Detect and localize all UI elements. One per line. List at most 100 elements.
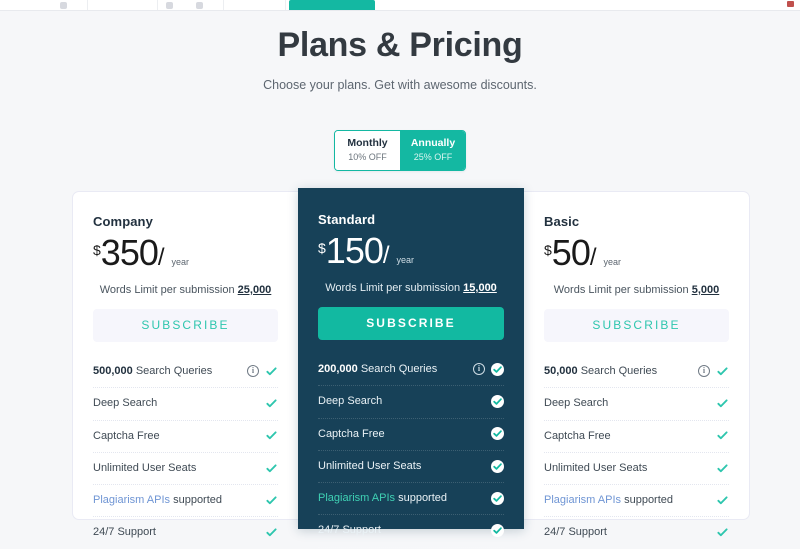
plan-name: Basic bbox=[544, 214, 580, 229]
chrome-icon bbox=[166, 2, 173, 9]
feature-label: Unlimited User Seats bbox=[318, 459, 422, 472]
words-limit: Words Limit per submission 25,000 bbox=[93, 284, 278, 296]
billing-option-monthly[interactable]: Monthly 10% OFF bbox=[335, 131, 400, 171]
info-icon[interactable]: i bbox=[698, 365, 710, 378]
check-icon bbox=[265, 365, 278, 378]
check-icon bbox=[265, 397, 278, 410]
check-icon bbox=[265, 429, 278, 442]
feature-row: Deep Search bbox=[318, 386, 504, 419]
check-icon bbox=[491, 524, 504, 538]
app-chrome-strip bbox=[0, 0, 800, 11]
price-slash: / bbox=[589, 244, 597, 271]
feature-label: Captcha Free bbox=[318, 427, 385, 440]
check-icon bbox=[491, 394, 504, 408]
pricing-page: Plans & Pricing Choose your plans. Get w… bbox=[0, 12, 800, 548]
feature-label: 500,000 Search Queries bbox=[93, 365, 213, 377]
plan-price: $ 150 / year bbox=[318, 233, 504, 270]
billing-option-discount: 25% OFF bbox=[413, 152, 453, 163]
subscribe-button[interactable]: SUBSCRIBE bbox=[93, 309, 278, 342]
feature-row: Unlimited User Seats bbox=[93, 453, 278, 486]
feature-row: Captcha Free bbox=[544, 421, 729, 453]
words-limit-label: Words Limit per submission bbox=[325, 282, 461, 294]
active-tab-indicator[interactable] bbox=[289, 0, 375, 10]
feature-list: 200,000 Search Queries i Deep Search Cap… bbox=[318, 354, 504, 548]
price-period: year bbox=[396, 255, 415, 265]
feature-label: Plagiarism APIs supported bbox=[544, 494, 674, 507]
price-currency: $ bbox=[93, 242, 101, 258]
check-icon bbox=[491, 427, 504, 441]
chrome-segment[interactable] bbox=[88, 0, 158, 10]
chrome-icon bbox=[196, 2, 203, 9]
check-icon bbox=[716, 494, 729, 507]
plagiarism-apis-link[interactable]: Plagiarism APIs bbox=[93, 494, 170, 506]
feature-label: Captcha Free bbox=[93, 429, 160, 442]
feature-label: 24/7 Support bbox=[93, 526, 156, 539]
words-limit: Words Limit per submission 15,000 bbox=[318, 282, 504, 294]
feature-row: 50,000 Search Queries i bbox=[544, 356, 729, 389]
feature-row: Deep Search bbox=[93, 388, 278, 421]
feature-row: Captcha Free bbox=[93, 421, 278, 453]
words-limit-label: Words Limit per submission bbox=[99, 284, 235, 296]
check-icon bbox=[716, 397, 729, 410]
feature-row: Plagiarism APIs supported bbox=[318, 483, 504, 516]
info-icon[interactable]: i bbox=[247, 365, 259, 378]
plagiarism-apis-link[interactable]: Plagiarism APIs bbox=[544, 494, 621, 506]
check-icon bbox=[491, 362, 504, 376]
feature-row: Plagiarism APIs supported bbox=[544, 485, 729, 518]
feature-row: 24/7 Support bbox=[93, 517, 278, 548]
pricing-card-basic: Basic $ 50 / year Words Limit per submis… bbox=[524, 191, 750, 538]
feature-row: Plagiarism APIs supported bbox=[93, 485, 278, 518]
feature-row: Deep Search bbox=[544, 388, 729, 421]
billing-toggle[interactable]: Monthly 10% OFF Annually 25% OFF bbox=[334, 130, 466, 172]
feature-label: Unlimited User Seats bbox=[544, 461, 648, 474]
billing-toggle-wrap: Monthly 10% OFF Annually 25% OFF bbox=[0, 130, 800, 172]
billing-option-label: Monthly bbox=[347, 137, 388, 150]
plan-price: $ 50 / year bbox=[544, 235, 729, 272]
check-icon bbox=[265, 462, 278, 475]
feature-row: 500,000 Search Queries i bbox=[93, 356, 278, 389]
words-limit-value: 25,000 bbox=[237, 284, 272, 296]
feature-list: 500,000 Search Queries i Deep Search Cap… bbox=[93, 356, 278, 549]
billing-option-label: Annually bbox=[410, 137, 456, 150]
feature-row: 24/7 Support bbox=[544, 517, 729, 548]
price-amount: 50 bbox=[551, 232, 591, 273]
check-icon bbox=[716, 429, 729, 442]
price-currency: $ bbox=[318, 240, 326, 256]
subscribe-button[interactable]: SUBSCRIBE bbox=[318, 307, 504, 340]
price-amount: 150 bbox=[325, 230, 384, 271]
billing-option-annually[interactable]: Annually 25% OFF bbox=[400, 131, 465, 171]
check-icon bbox=[265, 526, 278, 539]
pricing-cards: Company $ 350 / year Words Limit per sub… bbox=[72, 188, 752, 548]
chrome-segment[interactable] bbox=[0, 0, 88, 10]
check-icon bbox=[716, 462, 729, 475]
feature-label: Deep Search bbox=[93, 397, 158, 410]
feature-label: Deep Search bbox=[544, 397, 609, 410]
price-slash: / bbox=[382, 242, 390, 269]
check-icon bbox=[491, 491, 504, 505]
subscribe-button[interactable]: SUBSCRIBE bbox=[544, 309, 729, 342]
chrome-badge-icon bbox=[787, 1, 794, 7]
feature-label: Unlimited User Seats bbox=[93, 461, 197, 474]
price-period: year bbox=[171, 257, 190, 267]
hero-section: Plans & Pricing Choose your plans. Get w… bbox=[0, 12, 800, 92]
feature-label: Plagiarism APIs supported bbox=[318, 492, 448, 505]
check-icon bbox=[716, 365, 729, 378]
feature-label: Captcha Free bbox=[544, 429, 611, 442]
info-icon[interactable]: i bbox=[473, 363, 485, 376]
check-icon bbox=[716, 526, 729, 539]
feature-row: Captcha Free bbox=[318, 419, 504, 451]
plan-name: Company bbox=[93, 214, 153, 229]
feature-row: Unlimited User Seats bbox=[318, 451, 504, 484]
feature-row: 24/7 Support bbox=[318, 515, 504, 548]
chrome-segment[interactable] bbox=[224, 0, 286, 10]
words-limit-value: 15,000 bbox=[463, 282, 497, 294]
feature-label: Plagiarism APIs supported bbox=[93, 494, 223, 507]
feature-list: 50,000 Search Queries i Deep Search Capt… bbox=[544, 356, 729, 549]
plan-price: $ 350 / year bbox=[93, 235, 278, 272]
plan-name: Standard bbox=[318, 212, 376, 227]
feature-label: Deep Search bbox=[318, 395, 383, 408]
feature-row: 200,000 Search Queries i bbox=[318, 354, 504, 387]
words-limit-label: Words Limit per submission bbox=[553, 284, 689, 296]
plagiarism-apis-link[interactable]: Plagiarism APIs bbox=[318, 492, 395, 504]
feature-label: 50,000 Search Queries bbox=[544, 365, 658, 377]
